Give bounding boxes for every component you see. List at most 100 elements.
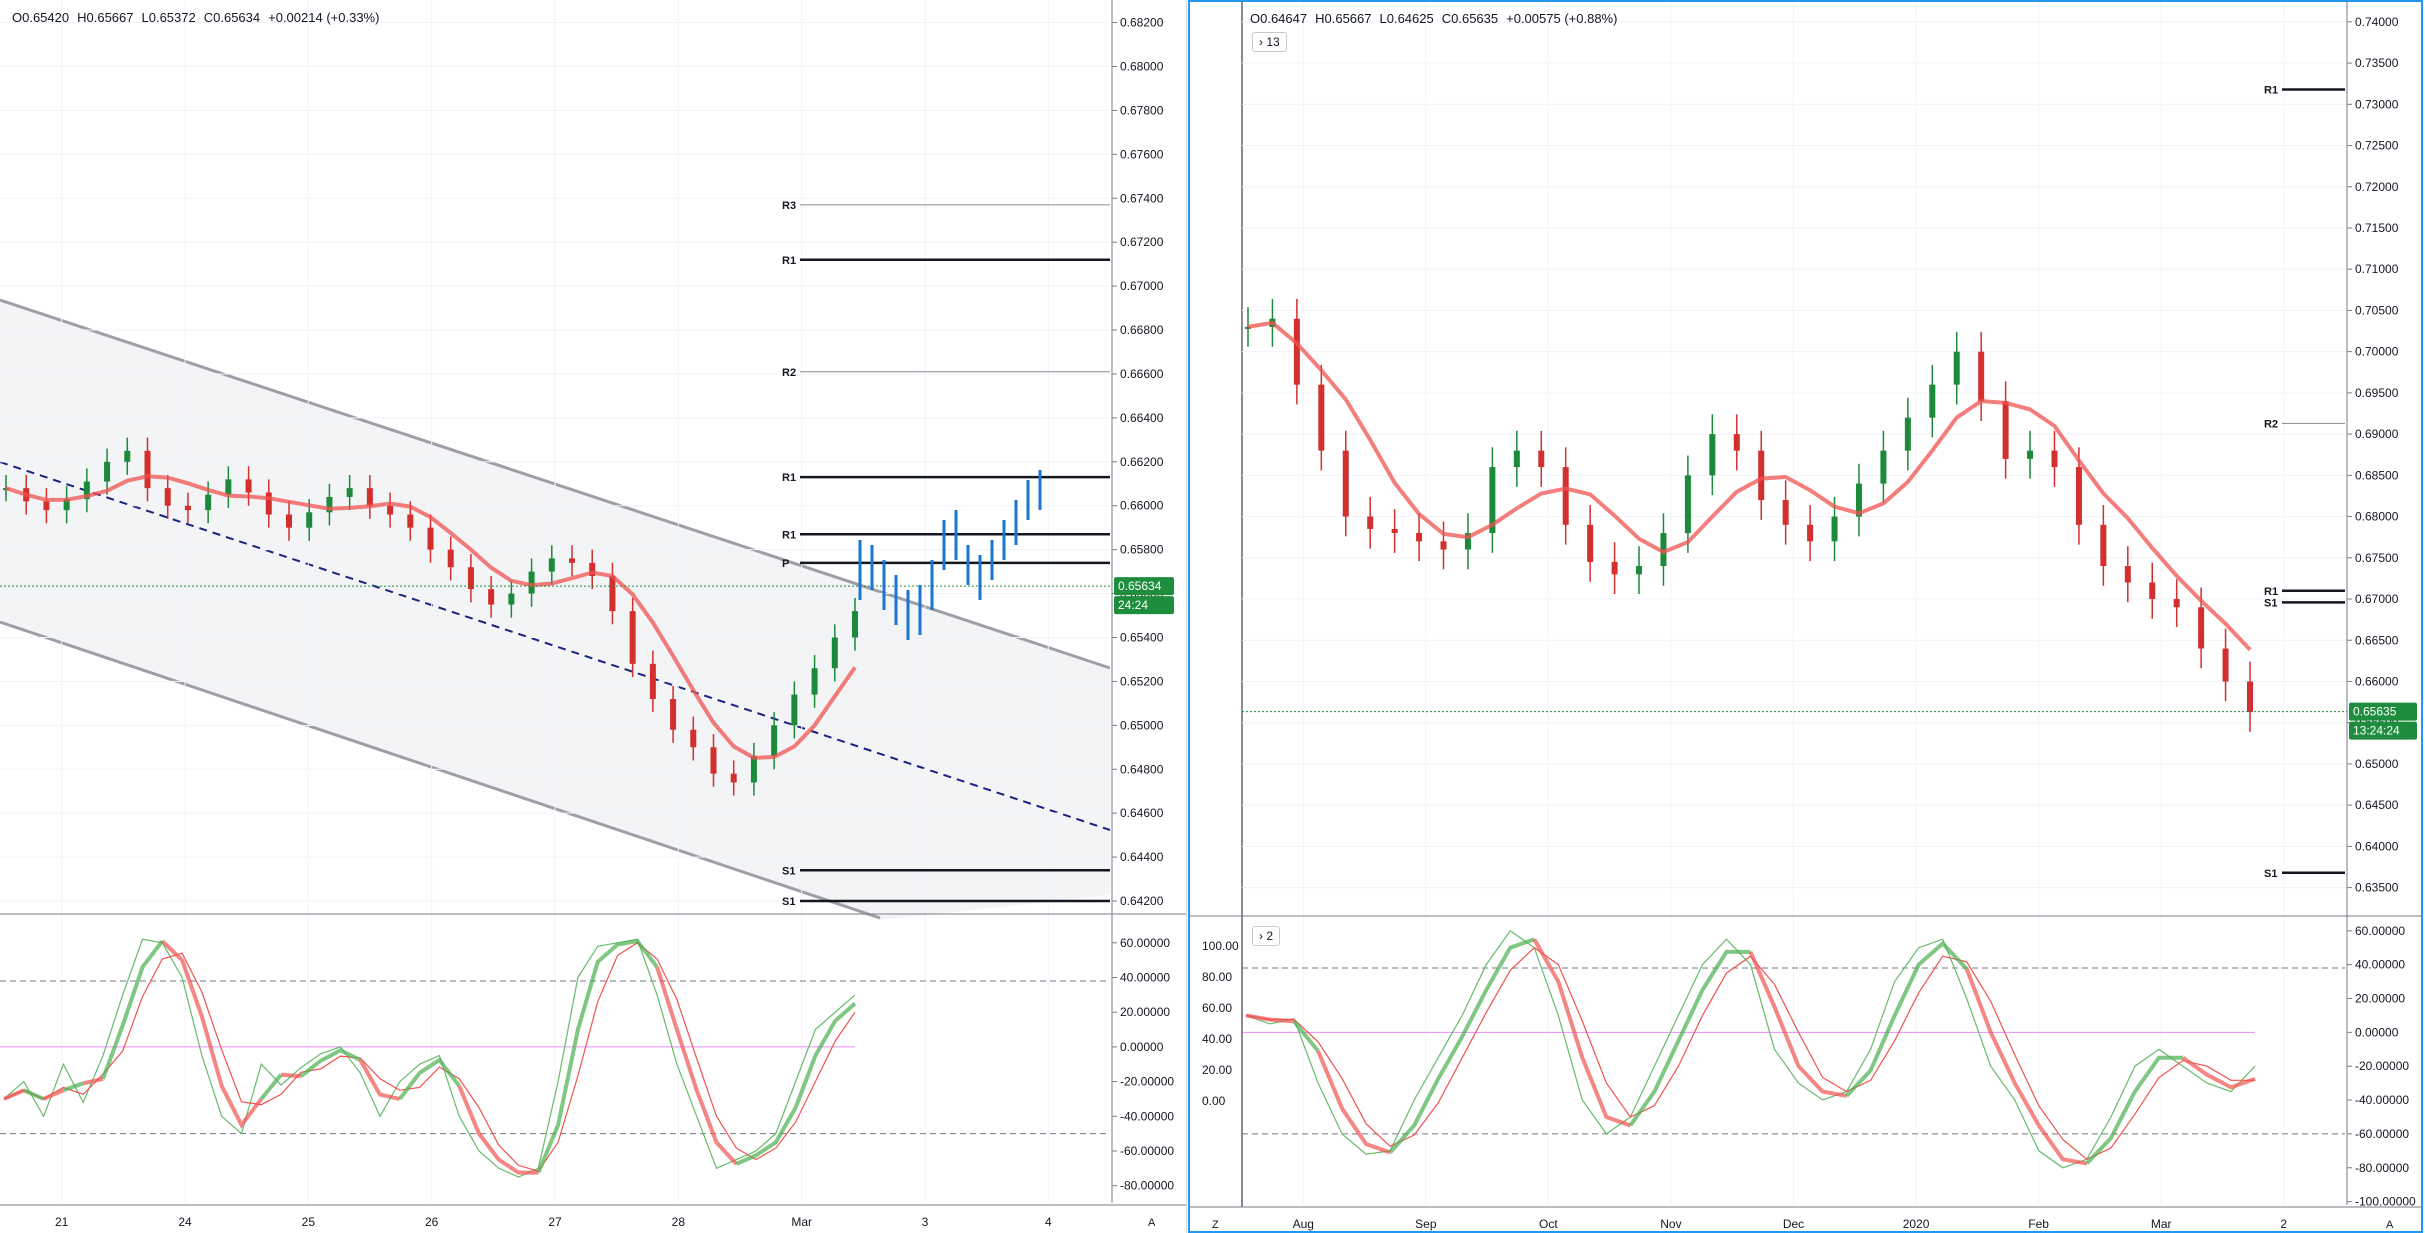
oscillator-count: 2 — [1266, 929, 1274, 943]
left-candle-body — [245, 479, 252, 493]
left-pivot-label: S1 — [782, 896, 795, 908]
right-y-tick-label: 0.66000 — [2355, 674, 2399, 688]
right-candle-body — [1587, 524, 1594, 562]
left-pivot-label: R3 — [782, 200, 796, 212]
left-candle-body — [144, 450, 151, 489]
left-x-tick-label: Mar — [791, 1215, 812, 1229]
collapse-indicators-button[interactable]: › 13 — [1252, 32, 1287, 52]
right-y-tick-label: 0.72000 — [2355, 180, 2399, 194]
right-high-value: H0.65667 — [1315, 11, 1372, 26]
left-x-tick-label: 27 — [548, 1215, 562, 1229]
right-candle-body — [1880, 450, 1887, 484]
right-y-tick-label: 0.69000 — [2355, 427, 2399, 441]
right-osc-tick-label: -80.00000 — [2355, 1161, 2409, 1175]
left-osc-tick-label: 40.00000 — [1120, 971, 1170, 985]
left-y-tick-label: 0.64800 — [1120, 762, 1164, 776]
left-x-tick-label: 21 — [55, 1215, 69, 1229]
right-osc-tick-label: -60.00000 — [2355, 1127, 2409, 1141]
left-candle-body — [184, 505, 191, 511]
right-candle-body — [1440, 541, 1447, 550]
indicator-count: 13 — [1266, 35, 1280, 49]
left-candle-body — [831, 637, 838, 669]
left-chart-canvas[interactable]: 21 24 25 26 27 28 Mar 3 4 0.68200 0.68000 0.67800 0.… — [0, 0, 1186, 1233]
right-candle-body — [2247, 681, 2253, 712]
left-ohlc-legend: O0.65420 H0.65667 L0.65372 C0.65634 +0.00214… — [12, 10, 387, 25]
right-osc-left-tick-label: 60.00 — [1202, 1001, 1232, 1015]
left-candle-body — [346, 488, 353, 497]
right-osc-tick-label: -20.00000 — [2355, 1059, 2409, 1073]
right-y-tick-label: 0.70000 — [2355, 345, 2399, 359]
right-candle-body — [1318, 384, 1325, 451]
right-candle-body — [1953, 351, 1960, 385]
right-candle-body — [1782, 500, 1789, 525]
right-chart-panel[interactable]: Aug Sep Oct Nov Dec 2020 Feb Mar 2 0.74000 0.73500… — [1188, 0, 2423, 1233]
right-x-tick-label: 2 — [2280, 1217, 2287, 1231]
right-osc-signal-line — [1292, 1020, 1320, 1053]
left-candle-body — [286, 514, 292, 528]
right-osc-tick-label: -40.00000 — [2355, 1093, 2409, 1107]
left-pivot-label: R2 — [782, 367, 796, 379]
right-change-value: +0.00575 (+0.88%) — [1506, 11, 1618, 26]
left-osc-signal-line — [3, 1088, 25, 1101]
left-candle-body — [43, 501, 50, 511]
right-y-tick-label: 0.67000 — [2355, 592, 2399, 606]
left-pivot-label: R1 — [782, 255, 796, 267]
right-y-tick-label: 0.68000 — [2355, 510, 2399, 524]
right-osc-tick-label: 0.00000 — [2355, 1025, 2399, 1039]
left-candle-body — [690, 729, 697, 748]
collapse-oscillator-button[interactable]: › 2 — [1252, 926, 1281, 946]
left-y-tick-label: 0.64200 — [1120, 894, 1164, 908]
left-y-tick-label: 0.68000 — [1120, 59, 1164, 73]
right-candle-body — [2149, 582, 2156, 600]
right-osc-left-tick-label: 80.00 — [1202, 970, 1232, 984]
left-candle-body — [205, 494, 212, 511]
left-osc-tick-label: -80.00000 — [1120, 1179, 1174, 1193]
left-osc-tick-label: 0.00000 — [1120, 1040, 1164, 1054]
right-candle-body — [1538, 450, 1545, 468]
left-y-tick-label: 0.66600 — [1120, 367, 1164, 381]
right-osc-signal-line — [1628, 949, 1751, 1127]
left-osc-signal-line — [398, 1057, 461, 1101]
right-y-tick-label: 0.66500 — [2355, 633, 2399, 647]
right-osc-fast-line — [1245, 929, 2256, 1169]
left-osc-signal-line — [457, 1085, 539, 1175]
right-y-tick-label: 0.73000 — [2355, 97, 2399, 111]
right-x-tick-label: Oct — [1539, 1217, 1558, 1231]
left-candle-body — [750, 756, 757, 783]
right-candle-body — [2173, 599, 2180, 608]
right-osc-slow-line — [1245, 946, 2255, 1161]
right-osc-left-tick-label: 0.00 — [1202, 1094, 1226, 1108]
left-candle-body — [427, 527, 434, 550]
left-y-tick-label: 0.65000 — [1120, 718, 1164, 732]
chevron-right-icon: › — [1259, 35, 1263, 49]
right-candle-body — [1293, 318, 1300, 385]
right-y-tick-label: 0.70500 — [2355, 303, 2399, 317]
left-candle-body — [306, 512, 313, 528]
left-osc-signal-line — [655, 966, 738, 1166]
right-candle-body — [2027, 450, 2034, 459]
right-chart-canvas[interactable]: Aug Sep Oct Nov Dec 2020 Feb Mar 2 0.74000 0.73500… — [1190, 2, 2421, 1231]
left-candle-body — [124, 450, 131, 462]
right-y-tick-label: 0.65000 — [2355, 757, 2399, 771]
left-candle-body — [447, 549, 454, 568]
right-y-tick-label: 0.71500 — [2355, 221, 2399, 235]
right-y-tick-label: 0.64000 — [2355, 839, 2399, 853]
left-x-tick-label: 25 — [302, 1215, 316, 1229]
right-x-tick-label: Nov — [1660, 1217, 1681, 1231]
right-y-tick-label: 0.71000 — [2355, 262, 2399, 276]
right-ohlc-legend: O0.64647 H0.65667 L0.64625 C0.65635 +0.00575… — [1250, 11, 1625, 26]
left-candle-body — [548, 558, 555, 572]
right-x-tick-label: Sep — [1415, 1217, 1437, 1231]
left-y-tick-label: 0.64400 — [1120, 850, 1164, 864]
right-y-tick-label: 0.74000 — [2355, 15, 2399, 29]
right-candle-body — [2222, 648, 2229, 682]
left-y-tick-label: 0.66800 — [1120, 323, 1164, 337]
left-pivot-label: R1 — [782, 529, 796, 541]
right-osc-tick-label: 60.00000 — [2355, 924, 2405, 938]
left-chart-panel[interactable]: 21 24 25 26 27 28 Mar 3 4 0.68200 0.68000 0.67800 0.… — [0, 0, 1187, 1233]
left-x-tick-label: 28 — [672, 1215, 686, 1229]
left-candle-body — [164, 488, 171, 506]
left-y-tick-label: 0.65800 — [1120, 543, 1164, 557]
left-osc-signal-line — [280, 1072, 302, 1079]
left-y-tick-label: 0.66400 — [1120, 411, 1164, 425]
